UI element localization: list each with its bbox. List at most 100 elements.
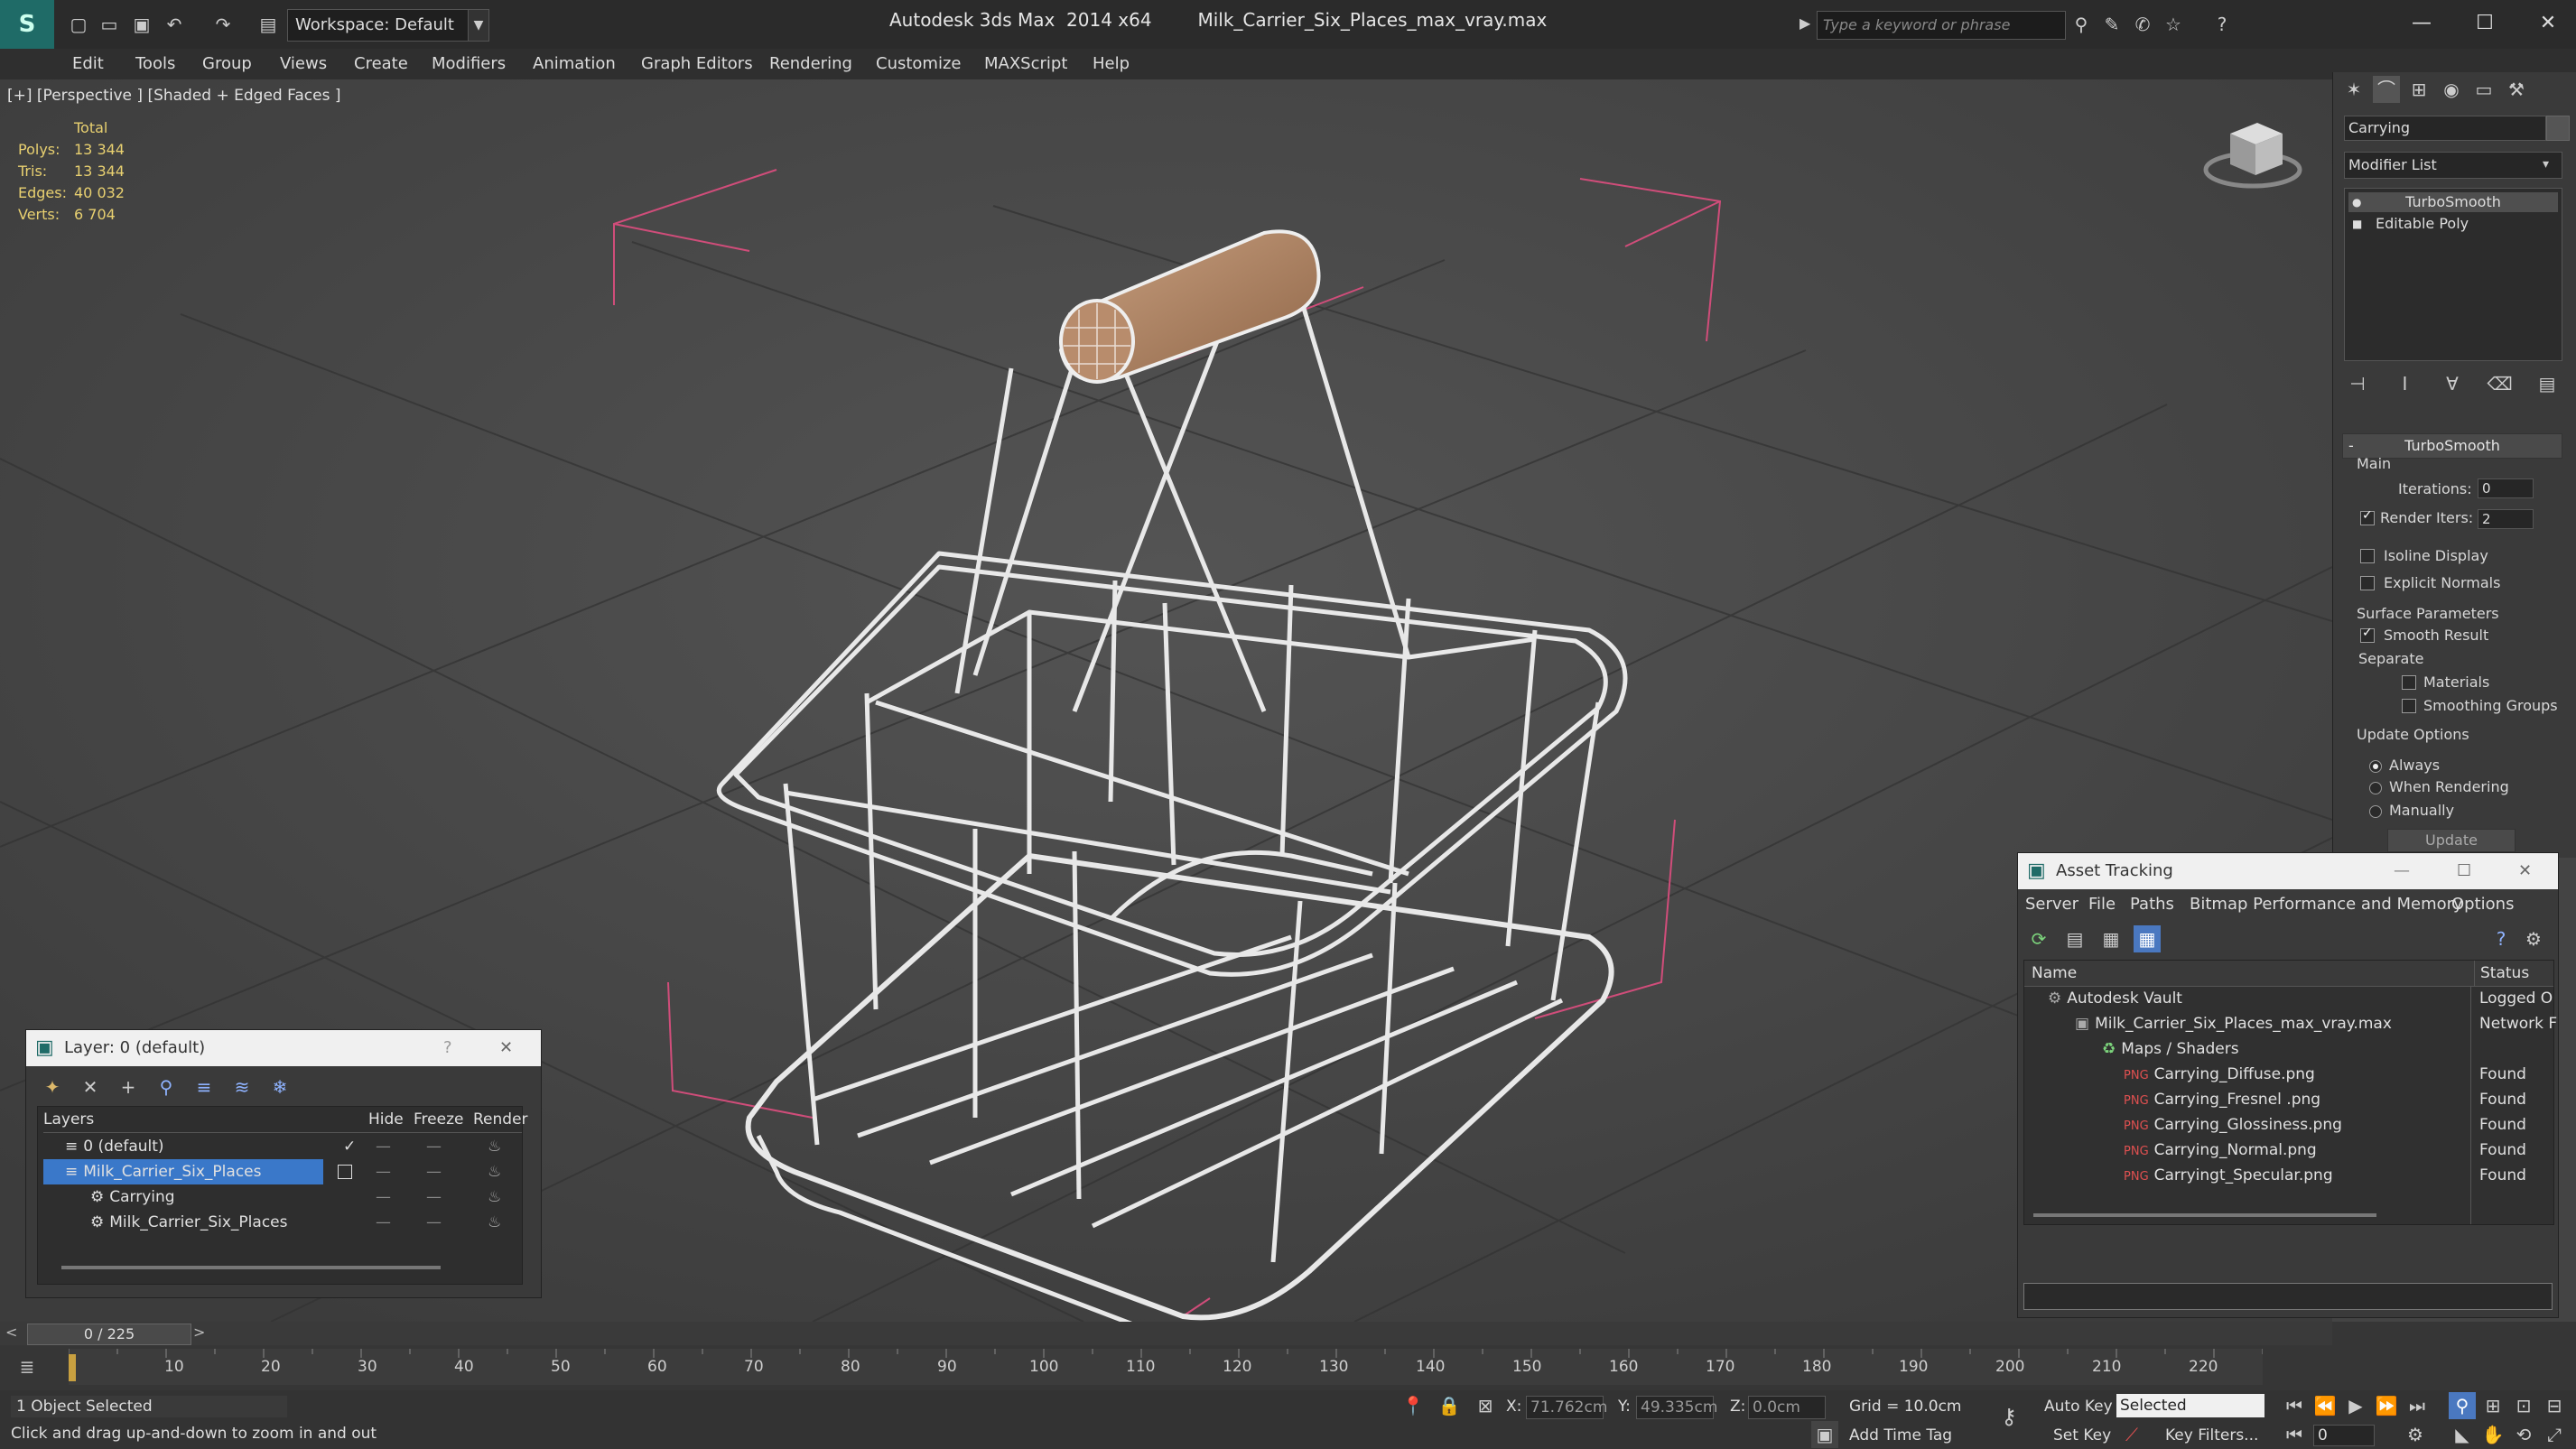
maximize-viewport-icon[interactable]: ⤢ — [2541, 1421, 2568, 1448]
binoculars-icon[interactable]: ⚲ — [2066, 9, 2097, 40]
render-iters-spinner[interactable]: 2 — [2478, 509, 2534, 529]
menu-modifiers[interactable]: Modifiers — [432, 49, 506, 79]
next-frame-icon[interactable]: ⏩ — [2373, 1392, 2400, 1419]
horizontal-scrollbar[interactable] — [2033, 1213, 2376, 1217]
search-input[interactable]: Type a keyword or phrase — [1817, 11, 2066, 40]
time-slider-thumb[interactable]: 0 / 225 — [27, 1324, 191, 1345]
current-frame-marker[interactable] — [69, 1354, 76, 1381]
object-name-field[interactable]: Carrying — [2344, 116, 2546, 141]
asset-menu-options[interactable]: Options — [2451, 895, 2514, 914]
render-teapot-icon[interactable]: ♨ — [488, 1159, 501, 1184]
column-layers[interactable]: Layers — [43, 1110, 94, 1129]
configure-sets-icon[interactable]: ▤ — [2534, 370, 2561, 397]
minimize-button[interactable]: — — [2394, 853, 2410, 889]
isoline-display-checkbox[interactable] — [2360, 549, 2375, 563]
asset-path-field[interactable] — [2023, 1283, 2553, 1310]
render-iters-checkbox[interactable] — [2360, 508, 2375, 525]
help-button[interactable]: ? — [443, 1030, 452, 1066]
new-file-icon[interactable]: ▢ — [63, 9, 94, 40]
freeze-toggle[interactable]: — — [426, 1184, 442, 1210]
chevron-down-icon[interactable]: ▾ — [2543, 152, 2559, 177]
communication-icon[interactable]: ✆ — [2127, 9, 2158, 40]
menu-animation[interactable]: Animation — [533, 49, 616, 79]
viewport-label[interactable]: [+] [Perspective ] [Shaded + Edged Faces… — [7, 87, 340, 105]
zoom-all-icon[interactable]: ⊞ — [2479, 1392, 2506, 1419]
freeze-toggle[interactable]: — — [426, 1210, 442, 1235]
zoom-icon[interactable]: ⚲ — [2449, 1392, 2476, 1419]
remove-modifier-icon[interactable]: ⌫ — [2487, 370, 2514, 397]
update-button[interactable]: Update — [2387, 829, 2516, 852]
modifier-list-dropdown[interactable]: Modifier List — [2344, 152, 2562, 179]
zoom-extents-icon[interactable]: ⊡ — [2510, 1392, 2537, 1419]
time-slider[interactable]: < 0 / 225 > — [0, 1322, 2332, 1345]
asset-menu-paths[interactable]: Paths — [2130, 895, 2174, 914]
key-filters-button[interactable]: Key Filters... — [2165, 1426, 2258, 1444]
collapse-icon[interactable]: - — [2348, 434, 2354, 458]
maximize-button[interactable]: ☐ — [2457, 853, 2471, 889]
key-icon[interactable]: ⚷ — [1995, 1403, 2023, 1430]
select-objects-icon[interactable]: ⚲ — [153, 1073, 180, 1101]
menu-views[interactable]: Views — [280, 49, 327, 79]
subscription-icon[interactable]: ✎ — [2097, 9, 2127, 40]
table-row[interactable]: ⚙ Autodesk Vault Logged O — [2024, 986, 2553, 1011]
freeze-toggle[interactable]: — — [426, 1159, 442, 1184]
pan-icon[interactable]: ✋ — [2479, 1421, 2506, 1448]
table-row[interactable]: PNG Carrying_Fresnel .png Found — [2024, 1087, 2553, 1112]
search-arrow-icon[interactable]: ▶ — [1799, 14, 1810, 32]
x-coordinate-field[interactable]: 71.762cm — [1526, 1396, 1607, 1419]
object-color-swatch[interactable] — [2546, 116, 2570, 141]
lightbulb-icon[interactable]: ● — [2352, 192, 2361, 212]
utilities-tab-icon[interactable]: ⚒ — [2503, 76, 2530, 103]
table-row[interactable]: PNG Carrying_Diffuse.png Found — [2024, 1062, 2553, 1087]
chevron-right-icon[interactable]: > — [193, 1324, 205, 1341]
table-row[interactable]: ▣ Milk_Carrier_Six_Places_max_vray.max Ne… — [2024, 1011, 2557, 1036]
table-row[interactable]: ≡ Milk_Carrier_Six_Places — [43, 1159, 323, 1184]
column-status[interactable]: Status — [2474, 961, 2529, 986]
smooth-result-checkbox[interactable] — [2360, 626, 2375, 643]
delete-layer-icon[interactable]: ✕ — [77, 1073, 104, 1101]
mini-curve-editor-icon[interactable]: ≣ — [0, 1349, 54, 1385]
column-render[interactable]: Render — [473, 1107, 528, 1132]
close-button[interactable]: ✕ — [2518, 853, 2532, 889]
render-teapot-icon[interactable]: ♨ — [488, 1210, 501, 1235]
thumbnail-view-icon[interactable]: ▦ — [2097, 925, 2125, 952]
explicit-normals-checkbox[interactable] — [2360, 576, 2375, 590]
chevron-down-icon[interactable]: ▼ — [468, 9, 489, 42]
hide-toggle[interactable]: — — [376, 1134, 391, 1159]
freeze-toggle[interactable]: — — [426, 1134, 442, 1159]
orbit-icon[interactable]: ⟲ — [2510, 1421, 2537, 1448]
set-key-button[interactable]: Set Key — [2053, 1426, 2111, 1444]
add-time-tag[interactable]: Add Time Tag — [1849, 1426, 1952, 1444]
go-to-end-icon[interactable]: ⏭ — [2404, 1392, 2431, 1419]
table-row[interactable]: PNG Carrying_Glossiness.png Found — [2024, 1112, 2553, 1138]
stack-item-editable-poly[interactable]: ■ Editable Poly — [2348, 214, 2469, 234]
stack-item-turbosmooth[interactable]: ● TurboSmooth — [2348, 192, 2558, 212]
menu-edit[interactable]: Edit — [72, 49, 104, 79]
asset-dialog-titlebar[interactable]: ▣ Asset Tracking — ☐ ✕ — [2018, 853, 2558, 889]
menu-graph-editors[interactable]: Graph Editors — [641, 49, 753, 79]
horizontal-scrollbar[interactable] — [61, 1266, 441, 1269]
minimize-button[interactable]: — — [2395, 5, 2449, 42]
current-layer-check-icon[interactable]: ✓ — [343, 1134, 356, 1159]
open-file-icon[interactable]: ▭ — [94, 9, 125, 40]
time-configuration-icon[interactable]: ⚙ — [2402, 1421, 2429, 1448]
menu-maxscript[interactable]: MAXScript — [984, 49, 1067, 79]
chevron-left-icon[interactable]: < — [5, 1324, 17, 1341]
always-radio[interactable] — [2369, 760, 2382, 773]
save-icon[interactable]: ▣ — [126, 9, 157, 40]
modify-tab-icon[interactable]: ⌒ — [2373, 76, 2400, 103]
hide-toggle[interactable]: — — [376, 1210, 391, 1235]
column-freeze[interactable]: Freeze — [414, 1107, 463, 1132]
table-row[interactable]: PNG Carrying_Normal.png Found — [2024, 1138, 2553, 1163]
favorites-star-icon[interactable]: ☆ — [2158, 9, 2189, 40]
auto-key-button[interactable]: Auto Key — [2044, 1398, 2113, 1416]
menu-customize[interactable]: Customize — [876, 49, 961, 79]
create-layer-icon[interactable]: ✦ — [39, 1073, 66, 1101]
field-of-view-icon[interactable]: ◣ — [2449, 1421, 2476, 1448]
create-tab-icon[interactable]: ✶ — [2340, 76, 2367, 103]
list-view-icon[interactable]: ▤ — [2061, 925, 2088, 952]
app-logo-icon[interactable]: S — [0, 0, 54, 49]
render-teapot-icon[interactable]: ♨ — [488, 1134, 501, 1159]
highlight-layer-icon[interactable]: ≡ — [191, 1073, 218, 1101]
make-unique-icon[interactable]: ∀ — [2439, 370, 2466, 397]
